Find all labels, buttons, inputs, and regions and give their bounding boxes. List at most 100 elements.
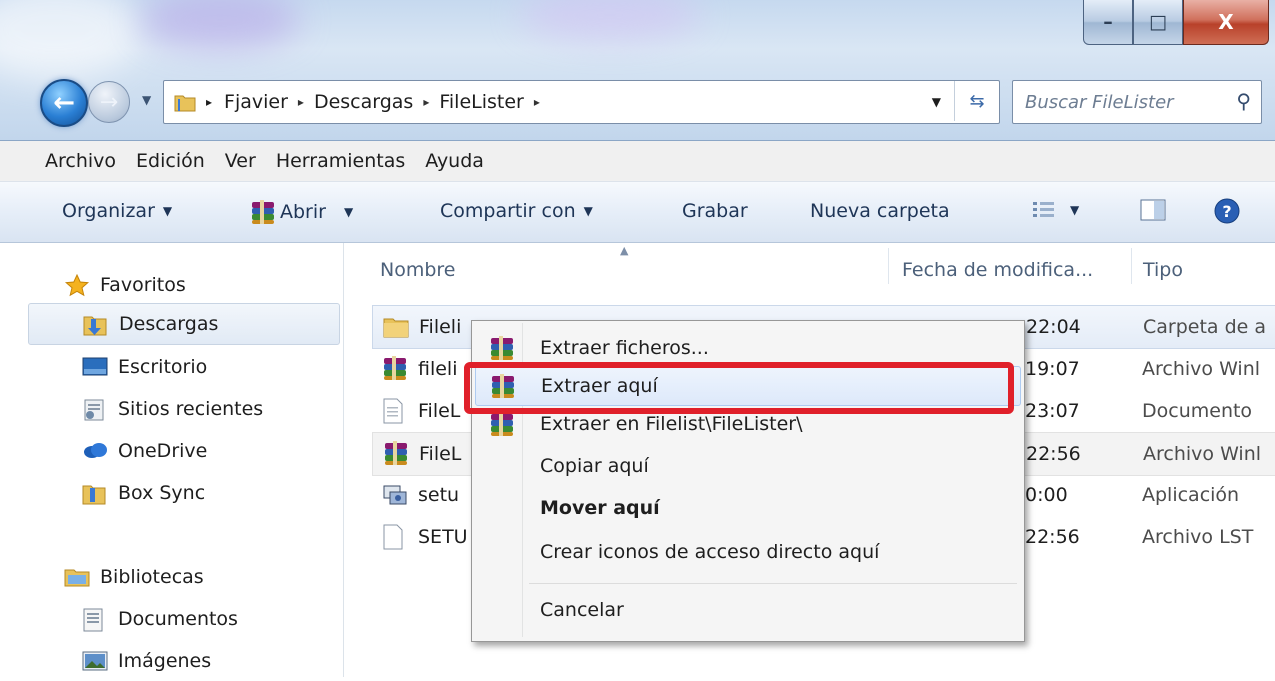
open-button[interactable]: Abrir ▼	[250, 200, 353, 224]
folder-icon	[383, 314, 409, 340]
file-type: Archivo LST	[1142, 526, 1254, 548]
menu-archivo[interactable]: Archivo	[45, 150, 116, 172]
window-controls: – □ X	[1083, 0, 1269, 45]
menu-item-cancel[interactable]: Cancelar	[475, 591, 1019, 629]
pictures-icon	[82, 650, 108, 672]
sidebar-item-box-sync[interactable]: Box Sync	[82, 473, 205, 513]
search-box: ⚲	[1012, 80, 1262, 124]
close-button[interactable]: X	[1183, 0, 1269, 45]
organize-button[interactable]: Organizar ▼	[62, 200, 172, 222]
file-name: SETU	[418, 526, 468, 548]
view-options-button[interactable]: ▼	[1032, 200, 1079, 220]
highlight-annotation-box	[464, 362, 1014, 414]
menu-item-copy-here[interactable]: Copiar aquí	[475, 447, 1019, 485]
column-header-type[interactable]: Tipo	[1143, 248, 1183, 292]
file-name: FileL	[419, 443, 462, 465]
burn-label: Grabar	[682, 200, 748, 222]
share-button[interactable]: Compartir con ▼	[440, 200, 593, 222]
box-sync-folder-icon	[82, 482, 106, 505]
burn-button[interactable]: Grabar	[682, 200, 748, 222]
menu-separator	[529, 583, 1017, 584]
breadcrumb-descargas[interactable]: Descargas	[314, 91, 413, 113]
breadcrumb-sep-icon[interactable]: ▸	[534, 95, 540, 109]
file-type: Archivo Winl	[1143, 443, 1262, 465]
file-name: FileL	[418, 400, 461, 422]
column-header-date[interactable]: Fecha de modifica...	[902, 248, 1093, 292]
refresh-button[interactable]: ⇆	[954, 81, 999, 121]
sidebar-item-label: Imágenes	[118, 650, 212, 672]
tree-libraries[interactable]: Bibliotecas	[64, 557, 204, 597]
preview-pane-icon	[1140, 199, 1166, 221]
breadcrumb-fjavier[interactable]: Fjavier	[224, 91, 288, 113]
sidebar-item-escritorio[interactable]: Escritorio	[82, 347, 207, 387]
glass-glow	[0, 0, 140, 80]
sidebar-item-sitios-recientes[interactable]: Sitios recientes	[82, 389, 263, 429]
sidebar-item-label: Box Sync	[118, 482, 206, 504]
organize-label: Organizar	[62, 200, 155, 222]
downloads-folder-icon	[83, 313, 107, 336]
sidebar-item-onedrive[interactable]: OneDrive	[82, 431, 207, 471]
menu-item-label: Extraer en Filelist\FileLister\	[540, 413, 803, 435]
sidebar-item-label: Sitios recientes	[118, 398, 264, 420]
arrow-left-icon: ←	[53, 88, 75, 118]
search-icon[interactable]: ⚲	[1236, 89, 1251, 113]
chevron-down-icon[interactable]: ▼	[344, 205, 353, 219]
star-icon	[64, 273, 90, 297]
chevron-down-icon: ▼	[1070, 203, 1080, 217]
maximize-button[interactable]: □	[1133, 0, 1183, 45]
help-icon: ?	[1214, 198, 1240, 224]
libraries-icon	[64, 566, 90, 588]
address-bar[interactable]: ▸ Fjavier ▸ Descargas ▸ FileLister ▸ ▼ ⇆	[163, 80, 1000, 124]
address-dropdown-icon[interactable]: ▼	[932, 95, 941, 109]
back-button[interactable]: ←	[40, 79, 88, 127]
menu-herramientas[interactable]: Herramientas	[276, 150, 405, 172]
refresh-icon: ⇆	[969, 90, 985, 112]
column-divider[interactable]	[888, 248, 889, 284]
minimize-button[interactable]: –	[1083, 0, 1133, 45]
column-divider[interactable]	[1131, 248, 1132, 284]
breadcrumb-filelister[interactable]: FileLister	[439, 91, 524, 113]
menu-item-label: Copiar aquí	[540, 455, 649, 477]
blank-file-icon	[382, 524, 408, 550]
help-button[interactable]: ?	[1213, 197, 1241, 225]
new-folder-button[interactable]: Nueva carpeta	[810, 200, 950, 222]
menu-edicion[interactable]: Edición	[136, 150, 205, 172]
recent-pages-dropdown[interactable]: ▼	[142, 93, 151, 107]
sidebar-item-imagenes[interactable]: Imágenes	[82, 641, 211, 681]
text-document-icon	[382, 398, 408, 424]
forward-button[interactable]: →	[88, 81, 130, 123]
sort-ascending-icon: ▲	[620, 244, 629, 257]
winrar-icon	[489, 412, 515, 436]
breadcrumb-sep-icon: ▸	[423, 95, 430, 109]
navigation-pane: Favoritos Descargas Escritorio Sitios re…	[0, 243, 344, 677]
breadcrumb-sep-icon: ▸	[297, 95, 304, 109]
sidebar-item-documentos[interactable]: Documentos	[82, 599, 238, 639]
open-label: Abrir	[280, 201, 326, 223]
menu-ayuda[interactable]: Ayuda	[425, 150, 484, 172]
menu-item-move-here[interactable]: Mover aquí	[475, 489, 1019, 527]
command-bar: Organizar ▼ Abrir ▼ Compartir con ▼ Grabar …	[0, 182, 1275, 243]
folder-icon	[174, 93, 196, 112]
winrar-archive-icon	[383, 441, 409, 467]
sidebar-item-label: Documentos	[118, 608, 238, 630]
winrar-icon	[489, 336, 515, 360]
favorites-label: Favoritos	[100, 274, 186, 296]
preview-pane-button[interactable]	[1140, 198, 1166, 222]
onedrive-cloud-icon	[82, 440, 107, 462]
setup-application-icon	[382, 482, 408, 508]
tree-favorites[interactable]: Favoritos	[64, 265, 186, 305]
column-header-name[interactable]: Nombre	[380, 248, 456, 292]
view-list-icon	[1033, 202, 1054, 217]
breadcrumb: Fjavier ▸ Descargas ▸ FileLister ▸	[224, 91, 550, 113]
file-date: 22:56	[1026, 443, 1081, 465]
glass-glow	[140, 0, 300, 50]
recent-places-icon	[82, 398, 106, 421]
menu-item-create-shortcuts[interactable]: Crear iconos de acceso directo aquí	[475, 533, 1019, 571]
search-input[interactable]	[1023, 90, 1217, 114]
menu-ver[interactable]: Ver	[225, 150, 256, 172]
column-date-label: Fecha de modifica...	[902, 259, 1094, 281]
svg-text:?: ?	[1222, 202, 1231, 221]
file-type: Carpeta de a	[1143, 316, 1267, 338]
file-date: 0:00	[1025, 484, 1068, 506]
sidebar-item-descargas[interactable]: Descargas	[28, 303, 340, 345]
